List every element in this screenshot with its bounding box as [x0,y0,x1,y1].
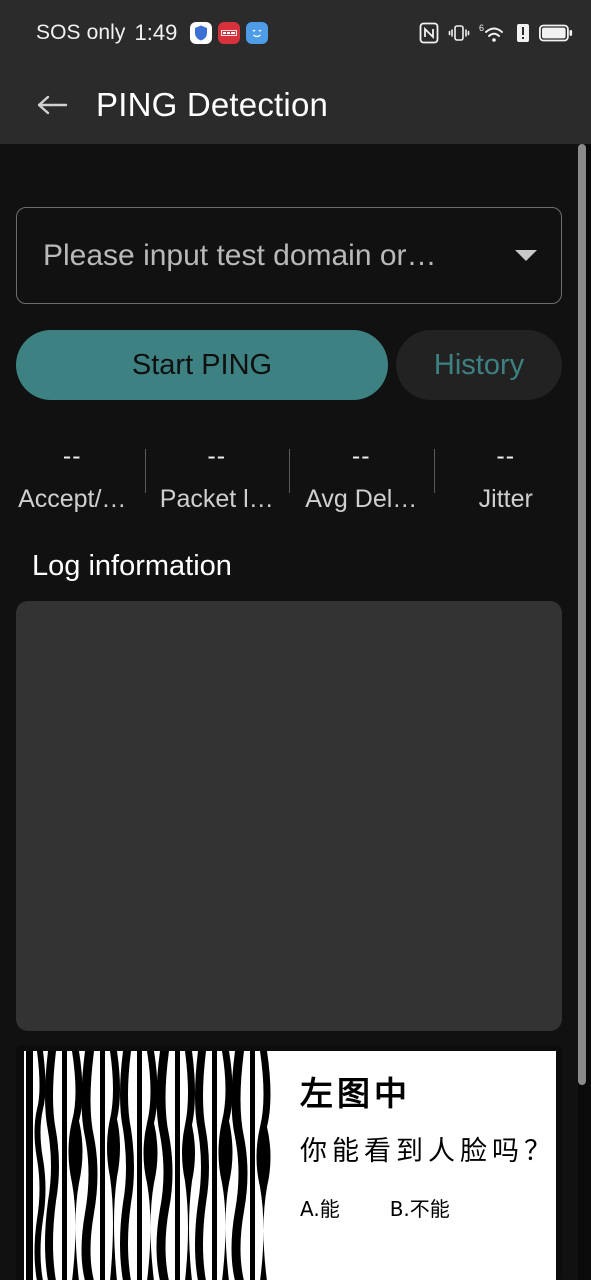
domain-input-field[interactable]: Please input test domain or… [16,207,562,304]
ad-banner[interactable]: 左图中 你能看到人脸吗？ A.能 B.不能 [16,1045,562,1280]
stat-label: Jitter [478,485,533,513]
stats-row: -- Accept/… -- Packet l… -- Avg Del… -- … [0,439,578,524]
domain-input-placeholder: Please input test domain or… [43,238,437,272]
stat-value: -- [62,442,82,470]
status-bar-right: 6 [419,22,573,44]
optical-illusion-image [24,1051,276,1280]
action-button-row: Start PING History [16,330,562,400]
alert-icon [516,22,530,44]
ad-options: A.能 B.不能 [300,1193,556,1222]
ad-option-a[interactable]: A.能 [300,1193,340,1222]
main-content: Please input test domain or… Start PING … [0,144,578,1280]
start-ping-button[interactable]: Start PING [16,330,388,400]
ad-text-panel: 左图中 你能看到人脸吗？ A.能 B.不能 [276,1051,556,1280]
log-section-title: Log information [32,550,232,582]
ad-headline: 左图中 [300,1074,411,1113]
red-app-icon [218,22,241,44]
vibrate-icon [448,22,470,44]
ad-option-b[interactable]: B.不能 [390,1193,450,1222]
battery-icon [539,23,573,43]
nfc-icon [419,22,439,44]
status-bar-left: SOS only 1:49 [36,20,269,46]
clock-label: 1:49 [134,20,178,45]
app-bar: PING Detection [0,66,591,144]
stat-jitter: -- Jitter [433,439,579,524]
log-output-box[interactable] [16,601,562,1031]
stat-accept: -- Accept/… [0,439,145,524]
wifi6-icon: 6 [479,22,507,44]
ad-question: 你能看到人脸吗？ [300,1136,556,1168]
page-title: PING Detection [96,86,329,123]
notification-icons [190,22,269,44]
stat-packet-loss: -- Packet l… [144,439,290,524]
back-button[interactable] [30,83,74,127]
shield-icon [190,22,213,44]
history-button[interactable]: History [396,330,562,400]
stat-label: Avg Del… [305,485,418,513]
carrier-label: SOS only [36,21,126,44]
stat-value: -- [207,442,227,470]
stat-avg-delay: -- Avg Del… [289,439,434,524]
stat-value: -- [351,442,371,470]
vertical-scrollbar[interactable] [578,144,586,1085]
stat-label: Accept/… [18,485,127,513]
phone-screen: SOS only 1:49 6 PING Detection Please in… [0,0,591,1280]
stat-value: -- [496,442,516,470]
blue-face-icon [246,22,269,44]
stat-label: Packet l… [159,485,274,513]
chevron-down-icon[interactable] [515,250,537,261]
status-bar: SOS only 1:49 6 [0,0,591,66]
svg-text:6: 6 [479,23,484,33]
